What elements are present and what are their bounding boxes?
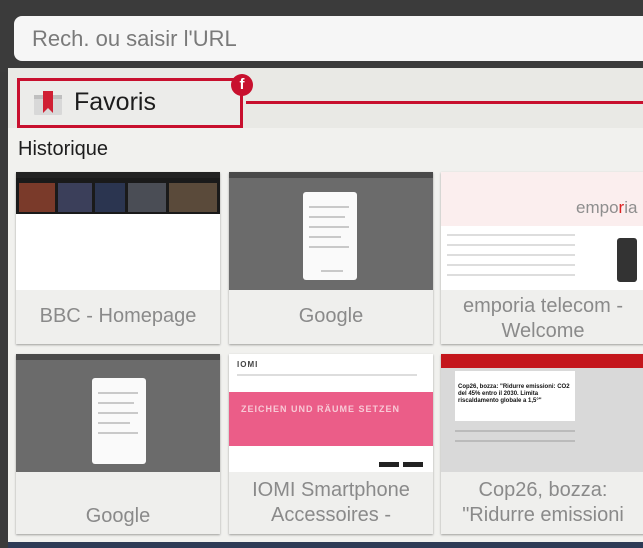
- thumbnail: IOMI ZEICHEN UND RÄUME SETZEN: [229, 354, 433, 472]
- url-placeholder: Rech. ou saisir l'URL: [32, 26, 237, 51]
- history-tile-emporia[interactable]: emporia emporia telecom - Welcome: [441, 172, 643, 344]
- tile-title: IOMI Smartphone Accessoires -: [252, 479, 410, 526]
- new-tab-page: Favoris f Historique BBC - Homepage Goog…: [8, 68, 643, 548]
- emporia-logo: emporia: [576, 198, 638, 217]
- thumbnail: [16, 354, 220, 472]
- tile-title: emporia telecom - Welcome: [462, 295, 624, 342]
- history-heading: Historique: [18, 138, 109, 160]
- tile-title: Cop26, bozza: "Ridurre emissioni: [462, 479, 624, 526]
- tile-title: BBC - Homepage: [39, 305, 197, 327]
- annotation-line: [246, 101, 643, 104]
- favorites-label: Favoris: [74, 88, 156, 116]
- annotation-badge: f: [231, 74, 253, 96]
- favorites-row: Favoris f: [8, 68, 643, 128]
- thumbnail: emporia: [441, 172, 643, 290]
- thumbnail: [16, 172, 220, 290]
- history-tile-iomi[interactable]: IOMI ZEICHEN UND RÄUME SETZEN IOMI Smart…: [229, 354, 433, 534]
- tile-title: Google: [85, 505, 151, 527]
- next-row-edge: [8, 542, 643, 548]
- history-tile-cop26[interactable]: Cop26, bozza: "Ridurre emissioni: CO2 de…: [441, 354, 643, 534]
- history-tile-bbc[interactable]: BBC - Homepage: [16, 172, 220, 344]
- tile-title: Google: [298, 305, 364, 327]
- history-tile-google[interactable]: Google: [229, 172, 433, 344]
- bookmark-folder-icon: [34, 91, 62, 115]
- url-input[interactable]: Rech. ou saisir l'URL: [14, 16, 643, 61]
- thumbnail: Cop26, bozza: "Ridurre emissioni: CO2 de…: [441, 354, 643, 472]
- browser-toolbar: Rech. ou saisir l'URL: [0, 0, 643, 72]
- favorites-button[interactable]: Favoris: [17, 78, 243, 128]
- thumbnail: [229, 172, 433, 290]
- history-tile-google-2[interactable]: Google: [16, 354, 220, 534]
